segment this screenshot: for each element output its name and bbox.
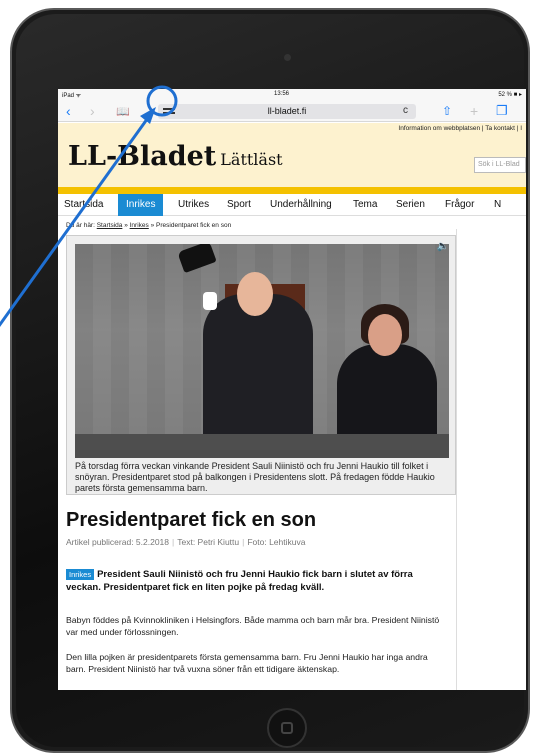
breadcrumb-current: Presidentparet fick en son — [156, 222, 232, 229]
main-nav: Startsida Inrikes Utrikes Sport Underhål… — [58, 194, 526, 216]
speaker-icon[interactable]: 🔈 — [437, 241, 449, 252]
article-paragraph: Babyn föddes på Kvinnokliniken i Helsing… — [66, 615, 440, 637]
header-rule — [58, 187, 526, 194]
browser-toolbar: ‹ › 📖 ll-bladet.fi c ⇧ + ❐ — [58, 100, 526, 122]
nav-utrikes[interactable]: Utrikes — [178, 199, 209, 210]
breadcrumb-section[interactable]: Inrikes — [130, 222, 149, 229]
reload-icon[interactable]: c — [403, 105, 408, 116]
breadcrumb-sep: » — [124, 222, 128, 229]
search-input[interactable]: Sök i LL-Blad — [474, 157, 526, 173]
breadcrumb-home[interactable]: Startsida — [97, 222, 123, 229]
nav-fragor[interactable]: Frågor — [445, 199, 474, 210]
address-bar[interactable]: ll-bladet.fi c — [158, 104, 416, 119]
photo-credit: Foto: Lehtikuva — [247, 537, 306, 547]
home-square-icon — [281, 722, 293, 734]
tabs-icon[interactable]: ❐ — [496, 103, 508, 119]
published-date: Artikel publicerad: 5.2.2018 — [66, 537, 170, 547]
reader-view-icon[interactable] — [161, 106, 177, 117]
breadcrumb-sep: » — [150, 222, 155, 229]
back-icon[interactable]: ‹ — [66, 103, 71, 119]
new-tab-icon[interactable]: + — [470, 103, 478, 119]
article-author: Text: Petri Kiuttu — [177, 537, 240, 547]
nav-tema[interactable]: Tema — [353, 199, 377, 210]
category-tag[interactable]: Inrikes — [66, 569, 95, 580]
share-icon[interactable]: ⇧ — [442, 103, 452, 119]
nav-more[interactable]: N — [494, 199, 501, 210]
logo-subtitle: Lättläst — [220, 150, 283, 169]
tablet-frame: iPad ᯤ 13:56 52 % ■ ▸ ‹ › 📖 ll-bladet.fi… — [10, 8, 530, 753]
nav-startsida[interactable]: Startsida — [64, 199, 103, 210]
article-title: Presidentparet fick en son — [66, 509, 317, 531]
home-button[interactable] — [267, 708, 307, 748]
battery-indicator: 52 % ■ ▸ — [498, 92, 522, 98]
article-photo — [75, 244, 449, 458]
site-header: Information om webbplatsen | Ta kontakt … — [58, 123, 526, 187]
site-logo[interactable]: LL-Bladet Lättläst — [68, 141, 283, 172]
nav-sport[interactable]: Sport — [227, 199, 251, 210]
article-figure: 🔈 På torsdag förra veckan vinkande Presi… — [66, 235, 456, 495]
breadcrumb-prefix: Du är här: — [66, 222, 95, 229]
info-links[interactable]: Information om webbplatsen | Ta kontakt … — [398, 125, 522, 132]
lead-text: President Sauli Niinistö och fru Jenni H… — [66, 569, 413, 593]
content-divider — [456, 229, 457, 690]
url-text: ll-bladet.fi — [267, 106, 307, 116]
status-bar: iPad ᯤ 13:56 52 % ■ ▸ — [58, 89, 526, 100]
screen: iPad ᯤ 13:56 52 % ■ ▸ ‹ › 📖 ll-bladet.fi… — [58, 89, 526, 690]
nav-serien[interactable]: Serien — [396, 199, 425, 210]
logo-text: LL-Bladet — [68, 141, 217, 172]
nav-underhallning[interactable]: Underhållning — [270, 199, 332, 210]
clock: 13:56 — [274, 91, 290, 97]
forward-icon[interactable]: › — [90, 103, 95, 119]
bookmarks-icon[interactable]: 📖 — [116, 104, 130, 120]
breadcrumb: Du är här: Startsida » Inrikes » Preside… — [66, 222, 231, 229]
article-paragraph: Den lilla pojken är presidentparets förs… — [66, 652, 428, 674]
device-label: iPad ᯤ — [62, 93, 82, 99]
camera — [284, 54, 291, 61]
nav-inrikes[interactable]: Inrikes — [118, 194, 164, 216]
article-meta: Artikel publicerad: 5.2.2018 | Text: Petri… — [66, 537, 306, 547]
photo-caption: På torsdag förra veckan vinkande Preside… — [75, 461, 435, 493]
article-lead: Inrikes President Sauli Niinistö och fru … — [66, 568, 446, 594]
